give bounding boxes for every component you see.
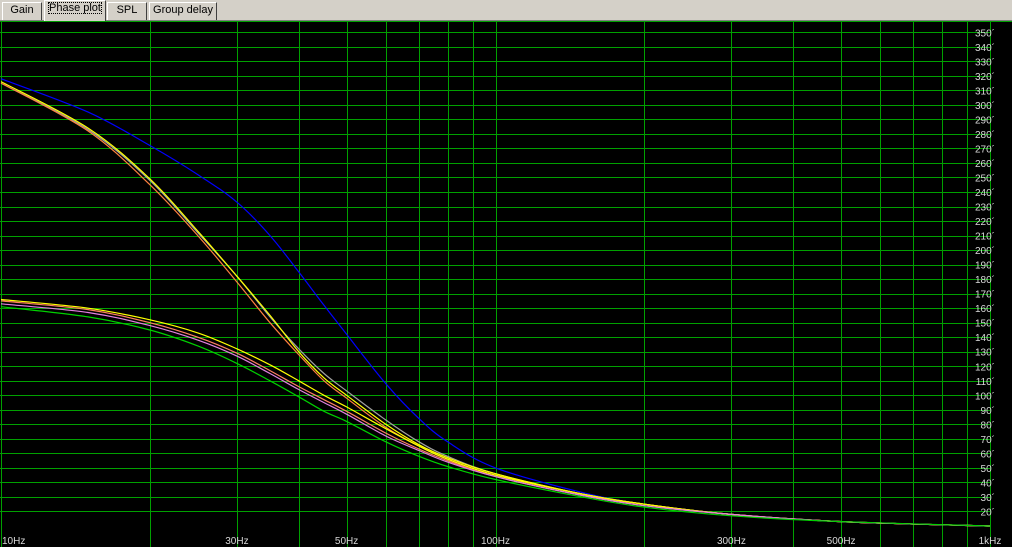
y-tick-label: 280´	[975, 129, 995, 141]
tab-spl[interactable]: SPL	[107, 2, 147, 20]
y-tick-label: 240´	[975, 187, 995, 199]
y-tick-label: 260´	[975, 158, 995, 170]
phase-plot-chart: 20´ 30´ 40´ 50´ 60´ 70´ 80´ 90´ 100´ 110´ 120´ 130´…	[0, 21, 1012, 547]
x-tick-label: 10Hz	[2, 536, 25, 547]
y-tick-label: 90´	[981, 405, 995, 417]
tab-bar: Gain Phase plot SPL Group delay	[0, 0, 1012, 21]
tab-gain[interactable]: Gain	[2, 2, 42, 20]
y-tick-label: 170´	[975, 289, 995, 301]
y-tick-label: 340´	[975, 42, 995, 54]
y-tick-label: 80´	[981, 419, 995, 431]
tab-phase-plot[interactable]: Phase plot	[44, 0, 106, 21]
y-tick-label: 130´	[975, 347, 995, 359]
y-tick-label: 310´	[975, 85, 995, 97]
y-tick-label: 70´	[981, 434, 995, 446]
y-tick-label: 350´	[975, 27, 995, 39]
x-tick-label: 100Hz	[481, 536, 510, 547]
y-tick-label: 120´	[975, 361, 995, 373]
tab-spl-label: SPL	[116, 4, 138, 16]
y-tick-label: 210´	[975, 231, 995, 243]
y-tick-label: 100´	[975, 390, 995, 402]
y-tick-label: 220´	[975, 216, 995, 228]
y-tick-label: 190´	[975, 260, 995, 272]
y-tick-label: 160´	[975, 303, 995, 315]
y-tick-label: 150´	[975, 318, 995, 330]
y-tick-label: 140´	[975, 332, 995, 344]
y-tick-label: 300´	[975, 100, 995, 112]
y-tick-label: 320´	[975, 71, 995, 83]
y-tick-label: 50´	[981, 463, 995, 475]
tab-gain-label: Gain	[10, 4, 34, 16]
y-tick-label: 40´	[981, 477, 995, 489]
y-tick-label: 20´	[981, 507, 995, 519]
x-tick-label: 1kHz	[979, 536, 1002, 547]
y-tick-label: 290´	[975, 114, 995, 126]
y-tick-label: 250´	[975, 173, 995, 185]
tab-group-delay-label: Group delay	[153, 4, 213, 16]
y-tick-label: 60´	[981, 448, 995, 460]
y-tick-label: 180´	[975, 274, 995, 286]
tab-phase-plot-label: Phase plot	[48, 2, 102, 14]
y-tick-label: 330´	[975, 56, 995, 68]
y-tick-label: 30´	[981, 492, 995, 504]
y-tick-label: 200´	[975, 245, 995, 257]
x-tick-label: 30Hz	[225, 536, 248, 547]
y-tick-label: 270´	[975, 143, 995, 155]
x-tick-label: 500Hz	[827, 536, 856, 547]
x-tick-label: 300Hz	[717, 536, 746, 547]
tab-group-delay[interactable]: Group delay	[149, 2, 217, 20]
y-tick-label: 230´	[975, 202, 995, 214]
y-tick-label: 110´	[976, 376, 995, 388]
x-tick-label: 50Hz	[335, 536, 358, 547]
